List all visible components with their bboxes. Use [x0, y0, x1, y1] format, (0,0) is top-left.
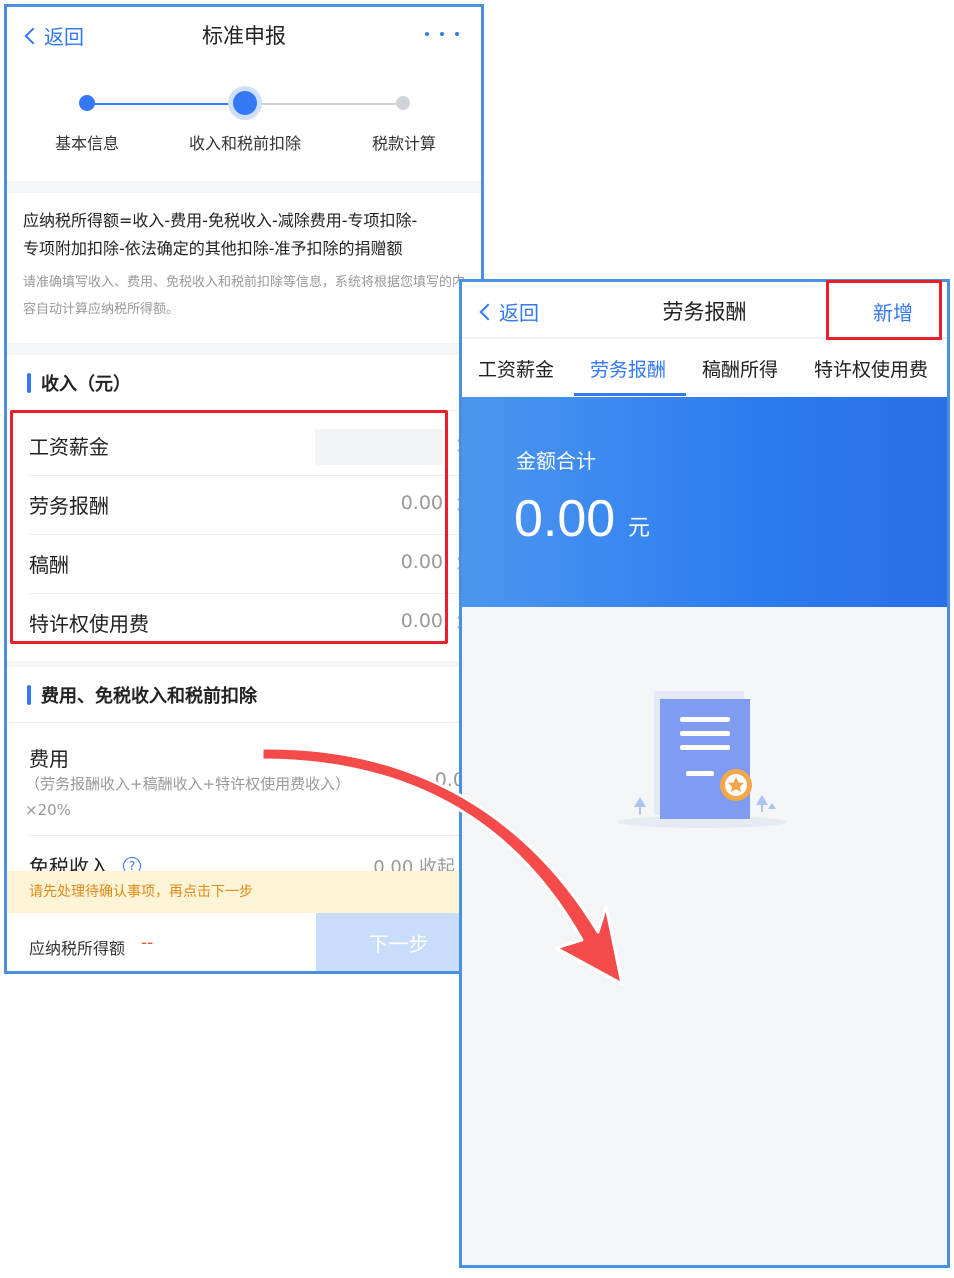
formula-panel: 应纳税所得额=收入-费用-免税收入-减除费用-专项扣除- 专项附加扣除-依法确定…	[7, 193, 481, 343]
taxable-income-value: --	[141, 933, 154, 953]
income-value: 0.00	[400, 492, 443, 514]
income-section-header: 收入（元）	[7, 355, 481, 411]
income-type-tabs: 工资薪金 劳务报酬 稿酬所得 特许权使用费	[462, 339, 947, 397]
next-step-button[interactable]: 下一步	[316, 913, 481, 971]
nav-bar: 返回 劳务报酬 新增	[462, 282, 947, 338]
total-amount-card: 金额合计 0.00 元	[462, 397, 947, 607]
income-label: 劳务报酬	[29, 494, 109, 518]
income-section-title: 收入（元）	[41, 373, 131, 395]
step-label-tax-calc: 税款计算	[371, 134, 436, 153]
income-row-royalty[interactable]: 稿酬 0.00	[7, 535, 481, 594]
tab-franchise[interactable]: 特许权使用费	[814, 355, 928, 382]
section-marker	[27, 372, 31, 393]
step-label-basic-info: 基本信息	[54, 134, 119, 153]
tab-salary[interactable]: 工资薪金	[478, 355, 554, 382]
empty-document-icon	[617, 691, 787, 828]
step-line-done	[87, 103, 245, 105]
step-dot-tax-calc	[396, 96, 410, 110]
bottom-bar: 应纳税所得额 -- 下一步	[7, 913, 481, 971]
total-caption: 金额合计	[516, 449, 596, 473]
expense-formula: （劳务报酬收入+稿酬收入+特许权使用费收入）×20%	[25, 775, 351, 819]
labor-remuneration-screen: 返回 劳务报酬 新增 工资薪金 劳务报酬 稿酬所得 特许权使用费 金额合计 0.…	[459, 279, 950, 1268]
income-row-labor[interactable]: 劳务报酬 0.00	[7, 476, 481, 535]
total-amount: 0.00	[514, 490, 616, 548]
step-dot-basic-info	[79, 95, 95, 111]
income-value: 0.00	[400, 610, 443, 632]
step-indicator: 基本信息 收入和税前扣除 税款计算	[7, 63, 481, 181]
active-tab-indicator	[574, 393, 686, 396]
add-button[interactable]: 新增	[873, 297, 913, 326]
salary-value-placeholder	[315, 429, 443, 465]
deduction-section-title: 费用、免税收入和税前扣除	[41, 685, 257, 707]
page-title: 标准申报	[202, 24, 286, 48]
deduction-section-header: 费用、免税收入和税前扣除	[7, 667, 481, 723]
deduction-list: 费用 （劳务报酬收入+稿酬收入+特许权使用费收入）×20% 0.00 免税收入 …	[7, 723, 481, 879]
tab-labor[interactable]: 劳务报酬	[590, 355, 666, 382]
step-line-pending	[245, 103, 403, 105]
income-value: 0.00	[400, 551, 443, 573]
income-label: 稿酬	[29, 553, 69, 577]
standard-declaration-screen: 返回 标准申报 基本信息 收入和税前扣除 税款计算 应纳税所得额=收入-费用-免…	[4, 4, 484, 974]
taxable-income-label: 应纳税所得额	[29, 939, 126, 958]
warning-banner: 请先处理待确认事项，再点击下一步	[7, 871, 481, 913]
income-row-franchise[interactable]: 特许权使用费 0.00	[7, 594, 481, 653]
step-label-income: 收入和税前扣除	[188, 134, 301, 153]
formula-line-2: 专项附加扣除-依法确定的其他扣除-准予扣除的捐赠额	[23, 239, 403, 258]
tab-royalty[interactable]: 稿酬所得	[702, 355, 778, 382]
formula-line-1: 应纳税所得额=收入-费用-免税收入-减除费用-专项扣除-	[23, 211, 418, 230]
expense-label: 费用	[29, 747, 69, 771]
income-label: 工资薪金	[29, 435, 109, 459]
step-dot-income	[233, 91, 257, 115]
section-marker	[27, 684, 31, 705]
total-unit: 元	[628, 516, 651, 541]
formula-note: 请准确填写收入、费用、免税收入和税前扣除等信息，系统将根据您填写的内容自动计算应…	[23, 275, 466, 317]
income-row-salary[interactable]: 工资薪金	[7, 417, 481, 476]
income-list: 工资薪金 劳务报酬 0.00 稿酬 0.00 特许权使用费 0.00	[7, 411, 481, 661]
nav-bar: 返回 标准申报	[7, 7, 481, 63]
more-icon[interactable]	[425, 32, 459, 36]
income-label: 特许权使用费	[29, 612, 149, 636]
